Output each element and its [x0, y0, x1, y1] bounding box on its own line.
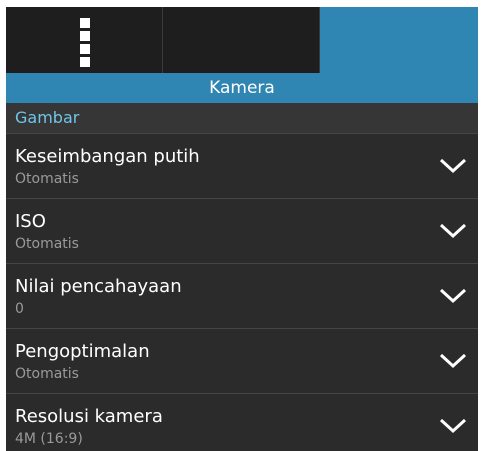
tab-camera[interactable] — [320, 7, 478, 73]
setting-value: 0 — [15, 301, 24, 317]
section-header: Gambar — [6, 103, 478, 133]
chevron-down-icon — [439, 288, 467, 304]
page-title: Kamera — [6, 73, 478, 103]
camera-settings-panel: Kamera Gambar Keseimbangan putih Otomati… — [6, 7, 478, 451]
setting-title: Nilai pencahayaan — [15, 276, 182, 297]
chevron-down-icon — [439, 223, 467, 239]
setting-camera-resolution[interactable]: Resolusi kamera 4M (16:9) — [6, 393, 478, 451]
setting-value: Otomatis — [15, 171, 79, 187]
tab-bar — [6, 7, 478, 73]
chevron-down-icon — [439, 158, 467, 174]
setting-iso[interactable]: ISO Otomatis — [6, 198, 478, 263]
setting-title: Pengoptimalan — [15, 341, 150, 362]
setting-title: Resolusi kamera — [15, 406, 163, 427]
tab-more[interactable] — [6, 7, 163, 73]
tab-video[interactable] — [163, 7, 425, 73]
setting-value: Otomatis — [15, 366, 79, 382]
setting-exposure-value[interactable]: Nilai pencahayaan 0 — [6, 263, 478, 328]
more-icon — [80, 18, 90, 70]
setting-value: Otomatis — [15, 236, 79, 252]
setting-title: Keseimbangan putih — [15, 146, 200, 167]
setting-title: ISO — [15, 211, 46, 232]
chevron-down-icon — [439, 418, 467, 434]
setting-white-balance[interactable]: Keseimbangan putih Otomatis — [6, 133, 478, 198]
setting-optimization[interactable]: Pengoptimalan Otomatis — [6, 328, 478, 393]
chevron-down-icon — [439, 353, 467, 369]
setting-value: 4M (16:9) — [15, 431, 83, 447]
